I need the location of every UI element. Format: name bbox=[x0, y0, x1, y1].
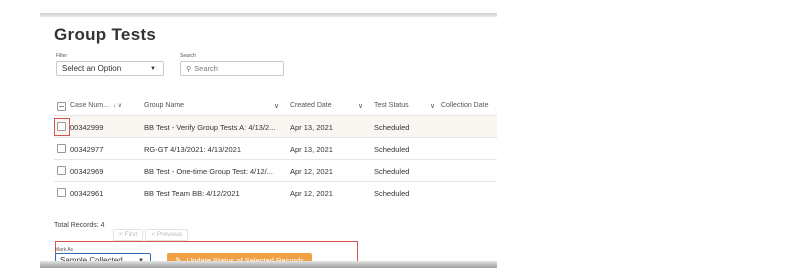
case-number-cell: 00342999 bbox=[70, 123, 104, 132]
group-name-cell[interactable]: BB Test - Verify Group Tests A: 4/13/2..… bbox=[144, 123, 275, 132]
chevron-down-icon[interactable]: ∨ bbox=[430, 102, 435, 110]
group-name-cell[interactable]: RG-GT 4/13/2021: 4/13/2021 bbox=[144, 145, 241, 154]
search-input[interactable]: ⚲ Search bbox=[180, 61, 284, 76]
first-page-button[interactable]: < First bbox=[113, 229, 144, 241]
pagination: < First < Previous bbox=[113, 229, 190, 241]
filter-select[interactable]: Select an Option ▼ bbox=[56, 61, 164, 76]
table-row[interactable]: 00342969 BB Test - One-time Group Test: … bbox=[54, 159, 497, 181]
total-records: Total Records: 4 bbox=[54, 222, 105, 229]
row-checkbox[interactable] bbox=[57, 144, 66, 153]
case-number-cell: 00342977 bbox=[70, 145, 104, 154]
chevron-down-icon[interactable]: ∨ bbox=[274, 102, 279, 110]
search-icon: ⚲ bbox=[186, 65, 192, 73]
column-header-created-date[interactable]: Created Date bbox=[290, 102, 332, 109]
caret-down-icon: ▼ bbox=[150, 65, 156, 72]
group-tests-table: Case Num... ↓ ∨ Group Name ∨ Created Date… bbox=[54, 98, 497, 203]
table-row[interactable]: 00342961 BB Test Team BB: 4/12/2021 Apr … bbox=[54, 181, 497, 203]
search-placeholder: Search bbox=[194, 64, 218, 73]
row-checkbox[interactable] bbox=[57, 188, 66, 197]
table-header: Case Num... ↓ ∨ Group Name ∨ Created Date… bbox=[54, 98, 497, 115]
filter-label: Filter bbox=[56, 53, 68, 59]
created-date-cell: Apr 12, 2021 bbox=[290, 189, 333, 198]
group-tests-panel: Group Tests Filter Select an Option ▼ Se… bbox=[40, 13, 497, 268]
checkbox-highlight-annotation bbox=[54, 118, 70, 136]
group-name-cell[interactable]: BB Test - One-time Group Test: 4/12/... bbox=[144, 167, 273, 176]
group-name-cell[interactable]: BB Test Team BB: 4/12/2021 bbox=[144, 189, 240, 198]
chevron-down-icon[interactable]: ∨ bbox=[358, 102, 363, 110]
case-number-cell: 00342961 bbox=[70, 189, 104, 198]
created-date-cell: Apr 12, 2021 bbox=[290, 167, 333, 176]
column-header-group-name[interactable]: Group Name bbox=[144, 102, 184, 109]
previous-page-button[interactable]: < Previous bbox=[145, 229, 189, 241]
test-status-cell: Scheduled bbox=[374, 123, 410, 132]
table-row[interactable]: 00342977 RG-GT 4/13/2021: 4/13/2021 Apr … bbox=[54, 137, 497, 159]
page-title: Group Tests bbox=[54, 25, 157, 44]
column-header-case-number[interactable]: Case Num... ↓ ∨ bbox=[70, 102, 122, 109]
top-shadow-bar bbox=[40, 13, 497, 17]
created-date-cell: Apr 13, 2021 bbox=[290, 145, 333, 154]
case-number-cell: 00342969 bbox=[70, 167, 104, 176]
column-label-case-number: Case Num... bbox=[70, 102, 109, 109]
search-label: Search bbox=[180, 53, 196, 59]
column-header-collection-date[interactable]: Collection Date bbox=[441, 102, 488, 109]
select-all-checkbox[interactable] bbox=[57, 102, 66, 111]
arrow-down-icon: ↓ ∨ bbox=[112, 103, 122, 109]
table-row[interactable]: 00342999 BB Test - Verify Group Tests A:… bbox=[54, 115, 497, 137]
bottom-shadow-bar bbox=[40, 261, 497, 268]
test-status-cell: Scheduled bbox=[374, 189, 410, 198]
test-status-cell: Scheduled bbox=[374, 145, 410, 154]
row-checkbox[interactable] bbox=[57, 166, 66, 175]
created-date-cell: Apr 13, 2021 bbox=[290, 123, 333, 132]
test-status-cell: Scheduled bbox=[374, 167, 410, 176]
column-header-test-status[interactable]: Test Status bbox=[374, 102, 409, 109]
filter-select-value: Select an Option bbox=[62, 64, 122, 73]
